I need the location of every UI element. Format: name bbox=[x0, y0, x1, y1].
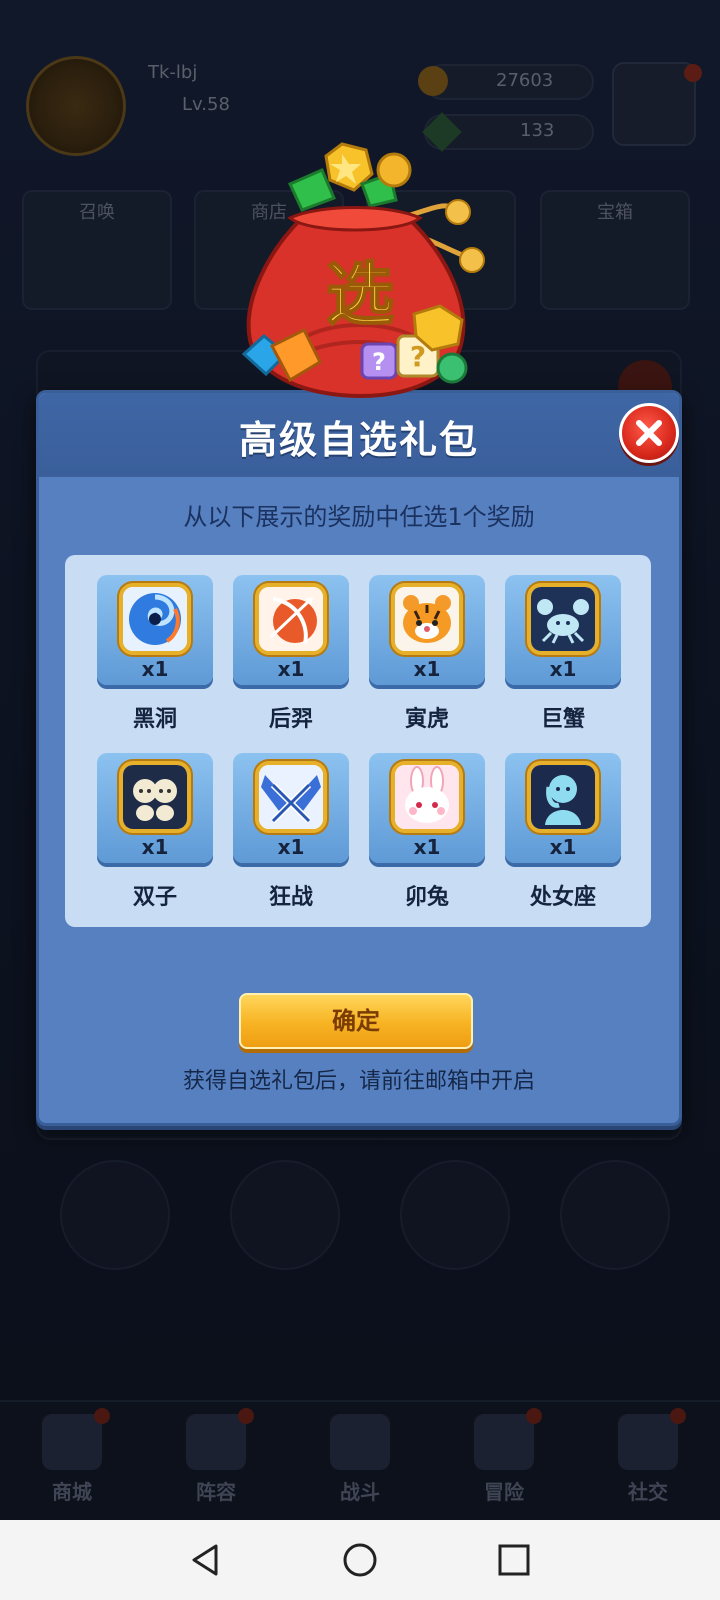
chat-icon bbox=[618, 1414, 678, 1470]
home-circle-icon bbox=[343, 1543, 377, 1577]
reward-panel: x1 黑洞 x1 后羿 x1 寅虎 x1 巨蟹 x1 双子 x1 狂战 x1 卯… bbox=[65, 555, 651, 927]
reward-card: x1 bbox=[97, 753, 213, 863]
reward-name: 后羿 bbox=[268, 707, 313, 732]
system-nav-bar bbox=[0, 1520, 720, 1600]
notification-dot bbox=[684, 64, 702, 82]
badge-dot bbox=[94, 1408, 110, 1424]
badge-dot bbox=[670, 1408, 686, 1424]
nav-item-lineup: 阵容 bbox=[144, 1408, 288, 1514]
reward-name: 巨蟹 bbox=[540, 707, 585, 732]
reward-name: 双子 bbox=[132, 885, 177, 910]
nav-item-adventure: 冒险 bbox=[432, 1408, 576, 1514]
houyi-archer-icon bbox=[255, 583, 327, 655]
reward-item[interactable]: x1 处女座 bbox=[503, 753, 623, 923]
adventure-icon bbox=[474, 1414, 534, 1470]
reward-card: x1 bbox=[233, 575, 349, 685]
reward-item[interactable]: x1 双子 bbox=[95, 753, 215, 923]
gemini-icon bbox=[119, 761, 191, 833]
reward-item[interactable]: x1 狂战 bbox=[231, 753, 351, 923]
bottom-nav: 商城 阵容 战斗 冒险 社交 bbox=[0, 1400, 720, 1520]
reward-item[interactable]: x1 卯兔 bbox=[367, 753, 487, 923]
reward-card: x1 bbox=[233, 753, 349, 863]
nav-item-battle: 战斗 bbox=[288, 1414, 432, 1514]
player-name: Tk-lbj bbox=[148, 62, 198, 83]
reward-item[interactable]: x1 后羿 bbox=[231, 575, 351, 745]
player-level: Lv.58 bbox=[182, 94, 230, 115]
badge-dot bbox=[238, 1408, 254, 1424]
crab-icon bbox=[527, 583, 599, 655]
player-avatar bbox=[26, 56, 126, 156]
recents-button[interactable] bbox=[492, 1538, 536, 1582]
bg-slot bbox=[60, 1160, 170, 1270]
reward-quantity: x1 bbox=[549, 657, 577, 681]
bg-slot bbox=[560, 1160, 670, 1270]
bg-tile-chest: 宝箱 bbox=[540, 190, 690, 310]
reward-item[interactable]: x1 黑洞 bbox=[95, 575, 215, 745]
back-triangle-icon bbox=[192, 1544, 218, 1576]
coin-icon bbox=[418, 66, 448, 96]
badge-dot bbox=[526, 1408, 542, 1424]
reward-name: 寅虎 bbox=[404, 707, 449, 732]
lucky-bag-icon: 选 ? ? bbox=[230, 140, 490, 410]
reward-quantity: x1 bbox=[277, 657, 305, 681]
dialog-subtitle: 从以下展示的奖励中任选1个奖励 bbox=[183, 503, 535, 531]
svg-text:?: ? bbox=[372, 348, 386, 376]
reward-quantity: x1 bbox=[413, 657, 441, 681]
recents-square-icon bbox=[498, 1544, 530, 1576]
swords-icon bbox=[330, 1414, 390, 1470]
nav-item-social: 社交 bbox=[576, 1408, 720, 1514]
berserker-icon bbox=[255, 761, 327, 833]
nav-item-shop: 商城 bbox=[0, 1408, 144, 1514]
reward-quantity: x1 bbox=[141, 835, 169, 859]
confirm-button[interactable]: 确定 bbox=[239, 993, 473, 1049]
reward-name: 卯兔 bbox=[404, 885, 449, 910]
dice-icon bbox=[186, 1414, 246, 1470]
svg-text:?: ? bbox=[410, 340, 426, 373]
reward-card: x1 bbox=[505, 753, 621, 863]
virgo-icon bbox=[527, 761, 599, 833]
gem-value: 133 bbox=[520, 120, 555, 141]
dialog-title: 高级自选礼包 bbox=[238, 418, 479, 462]
reward-quantity: x1 bbox=[413, 835, 441, 859]
reward-quantity: x1 bbox=[549, 835, 577, 859]
tiger-icon bbox=[391, 583, 463, 655]
reward-card: x1 bbox=[505, 575, 621, 685]
reward-name: 狂战 bbox=[268, 885, 313, 910]
coin-value: 27603 bbox=[496, 70, 554, 91]
reward-card: x1 bbox=[97, 575, 213, 685]
reward-item[interactable]: x1 寅虎 bbox=[367, 575, 487, 745]
reward-quantity: x1 bbox=[141, 657, 169, 681]
home-button[interactable] bbox=[338, 1538, 382, 1582]
reward-item[interactable]: x1 巨蟹 bbox=[503, 575, 623, 745]
reward-quantity: x1 bbox=[277, 835, 305, 859]
reward-card: x1 bbox=[369, 753, 485, 863]
shop-icon bbox=[42, 1414, 102, 1470]
close-icon bbox=[636, 420, 662, 446]
footer-note: 获得自选礼包后，请前往邮箱中开启 bbox=[182, 1069, 535, 1094]
select-gift-pack-dialog: 高级自选礼包 从以下展示的奖励中任选1个奖励 x1 黑洞 x1 后羿 x1 寅虎… bbox=[36, 390, 682, 1126]
bg-slot bbox=[230, 1160, 340, 1270]
reward-name: 处女座 bbox=[529, 885, 596, 910]
bag-label: 选 bbox=[326, 256, 394, 335]
black-hole-icon bbox=[119, 583, 191, 655]
rabbit-icon bbox=[391, 761, 463, 833]
reward-card: x1 bbox=[369, 575, 485, 685]
bg-slot bbox=[400, 1160, 510, 1270]
bg-tile-summon: 召唤 bbox=[22, 190, 172, 310]
reward-name: 黑洞 bbox=[132, 707, 177, 732]
back-button[interactable] bbox=[184, 1538, 228, 1582]
close-button[interactable] bbox=[619, 403, 679, 463]
